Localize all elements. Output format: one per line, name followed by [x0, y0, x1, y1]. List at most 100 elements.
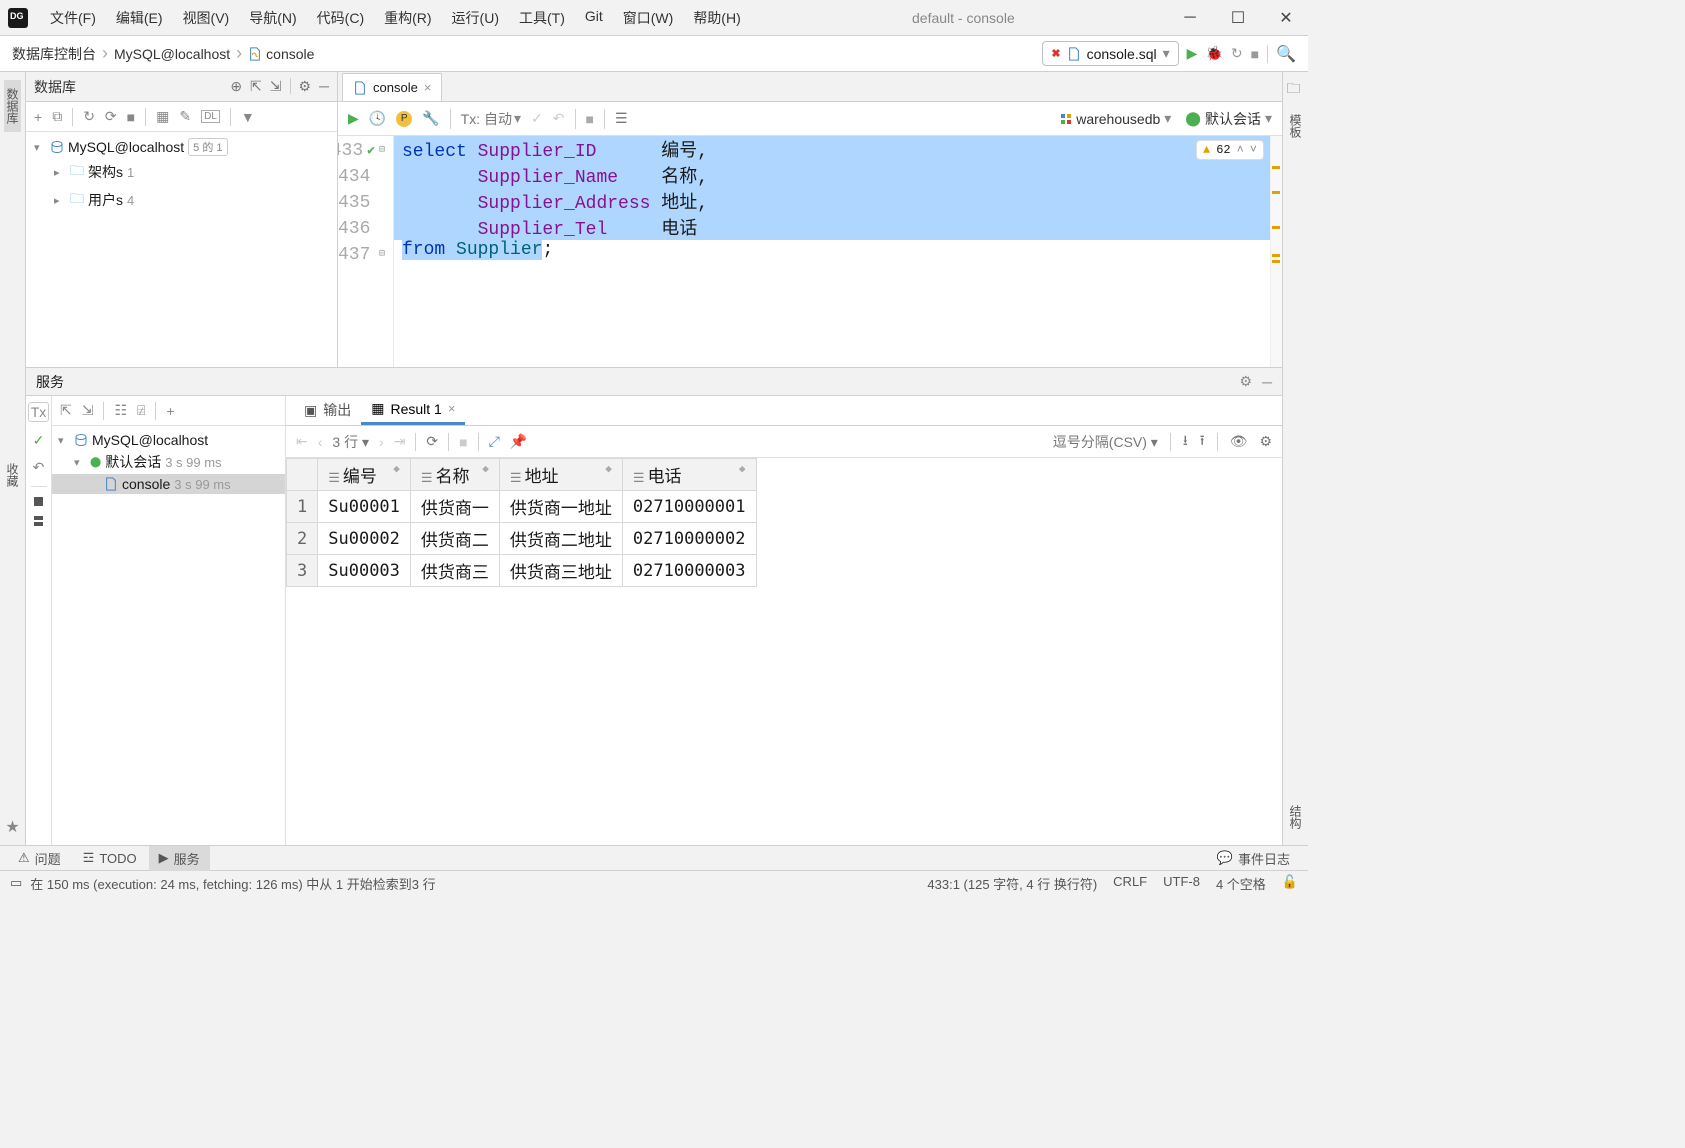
extractor-dropdown[interactable]: 逗号分隔(CSV) ▾	[1053, 432, 1158, 452]
stop-button[interactable]: ■	[1251, 46, 1259, 62]
target-icon[interactable]: ⊕	[230, 78, 242, 95]
execute-button[interactable]: ▶	[348, 110, 359, 127]
run-button[interactable]: ▶	[1187, 45, 1198, 62]
table-row[interactable]: 1Su00001供货商一供货商一地址02710000001	[287, 491, 757, 523]
rail-template-tab[interactable]: 模板	[1287, 106, 1304, 146]
target-schema-dropdown[interactable]: warehousedb ▾	[1060, 110, 1171, 127]
cancel-button[interactable]: ■	[586, 111, 594, 127]
group-icon[interactable]: ☷	[114, 402, 127, 419]
services-tree[interactable]: ▾ MySQL@localhost ▾ ⬤ 默认会话 3 s 99 ms	[52, 426, 285, 498]
filter-icon[interactable]: ▼	[241, 109, 255, 125]
svc-console[interactable]: console 3 s 99 ms	[52, 474, 285, 494]
expand-icon[interactable]: ⇲	[270, 78, 282, 95]
menu-run[interactable]: 运行(U)	[442, 4, 509, 32]
collapse-icon[interactable]: ⇱	[250, 78, 262, 95]
pin-button[interactable]: 📌	[510, 433, 527, 450]
row-number-header[interactable]	[287, 459, 318, 491]
coverage-button[interactable]: ↻	[1231, 45, 1243, 62]
menu-help[interactable]: 帮助(H)	[683, 4, 750, 32]
svc-session[interactable]: ▾ ⬤ 默认会话 3 s 99 ms	[52, 450, 285, 474]
status-encoding[interactable]: UTF-8	[1163, 874, 1200, 893]
eventlog-tab[interactable]: 💬事件日志	[1207, 846, 1300, 871]
status-icon[interactable]: ▭	[10, 875, 22, 891]
breadcrumb-console[interactable]: console	[248, 46, 314, 62]
tab-close-icon[interactable]: ×	[424, 80, 432, 95]
sort-icon[interactable]: ◆	[393, 462, 400, 475]
next-page-button[interactable]: ›	[379, 434, 384, 450]
result-tab[interactable]: ▦ Result 1 ×	[361, 395, 465, 425]
database-tree[interactable]: ▾ MySQL@localhost 5 的 1 ▸ 🗀 架构s 1 ▸ 🗀	[26, 132, 337, 367]
tree-users[interactable]: ▸ 🗀 用户s 4	[26, 186, 337, 214]
data-table-wrap[interactable]: ☰编号◆ ☰名称◆ ☰地址◆ ☰电话◆ 1Su00001供货商一供货商一地址02…	[286, 458, 1282, 845]
prev-page-button[interactable]: ‹	[318, 434, 323, 450]
copy-icon[interactable]: ⧉	[52, 108, 62, 125]
output-tab[interactable]: ▣ 输出	[294, 395, 361, 425]
sort-icon[interactable]: ◆	[605, 462, 612, 475]
close-button[interactable]: ✕	[1272, 4, 1300, 32]
tab-close-icon[interactable]: ×	[448, 401, 456, 416]
menu-navigate[interactable]: 导航(N)	[239, 4, 306, 32]
next-highlight-button[interactable]: ˅	[1250, 143, 1257, 157]
hide-icon[interactable]: ─	[1262, 374, 1272, 390]
minimize-button[interactable]: ─	[1176, 4, 1204, 32]
add-icon[interactable]: +	[34, 109, 42, 125]
menu-window[interactable]: 窗口(W)	[613, 4, 684, 32]
error-stripe[interactable]	[1270, 136, 1282, 367]
stop-button[interactable]: ■	[459, 434, 467, 450]
last-page-button[interactable]: ⇥	[394, 433, 406, 450]
rail-favorites-tab[interactable]: 收藏	[4, 455, 21, 495]
table-icon[interactable]: ▦	[156, 108, 169, 125]
menu-code[interactable]: 代码(C)	[307, 4, 374, 32]
menu-file[interactable]: 文件(F)	[40, 4, 106, 32]
ddl-icon[interactable]: DL	[201, 110, 220, 123]
code-editor[interactable]: 433✔⊟ 434 435 436 437 ⊟ select Supplier_…	[338, 136, 1282, 367]
settings-button[interactable]: ⚙	[1259, 433, 1272, 450]
debug-button[interactable]: 🐞	[1205, 45, 1222, 62]
reload-button[interactable]: ⟳	[426, 433, 438, 450]
tx-icon[interactable]: Tx	[28, 402, 50, 422]
menu-edit[interactable]: 编辑(E)	[106, 4, 173, 32]
services-tab[interactable]: ▶服务	[149, 846, 210, 871]
sort-icon[interactable]: ◆	[739, 462, 746, 475]
tree-schemas[interactable]: ▸ 🗀 架构s 1	[26, 158, 337, 186]
history-button[interactable]: 🕓	[369, 110, 386, 127]
output-layout-button[interactable]: ☰	[615, 110, 628, 127]
view-button[interactable]: 👁	[1230, 433, 1248, 450]
first-page-button[interactable]: ⇤	[296, 433, 308, 450]
breadcrumb-db[interactable]: MySQL@localhost	[114, 46, 230, 62]
stop-icon[interactable]: ■	[127, 109, 135, 125]
breadcrumb-root[interactable]: 数据库控制台	[12, 44, 96, 64]
svc-connection[interactable]: ▾ MySQL@localhost	[52, 430, 285, 450]
rail-structure-tab[interactable]: 结构	[1287, 797, 1304, 837]
problems-tab[interactable]: ⚠问题	[8, 846, 71, 871]
sort-icon[interactable]: ◆	[482, 462, 489, 475]
menu-tools[interactable]: 工具(T)	[509, 4, 575, 32]
hide-icon[interactable]: ─	[319, 78, 329, 95]
session-dropdown[interactable]: ⬤ 默认会话 ▾	[1185, 109, 1272, 129]
folder-icon[interactable]: 🗀	[1287, 78, 1305, 96]
menu-refactor[interactable]: 重构(R)	[374, 4, 441, 32]
import-button[interactable]: ⭱	[1200, 430, 1205, 454]
editor-tab-console[interactable]: console ×	[342, 73, 442, 101]
lock-icon[interactable]: 🔓	[1282, 874, 1298, 893]
gear-icon[interactable]: ⚙	[1240, 373, 1253, 390]
code-area[interactable]: select Supplier_ID 编号, Supplier_Name 名称,…	[394, 136, 1282, 367]
rail-database-tab[interactable]: 数据库	[4, 80, 21, 132]
expand-all-icon[interactable]: ⇱	[60, 402, 72, 419]
compare-button[interactable]: ⤢	[489, 433, 500, 450]
search-button[interactable]: 🔍	[1276, 44, 1296, 64]
row-count-dropdown[interactable]: 3 行 ▾	[332, 432, 369, 452]
rollback-icon[interactable]: ↶	[33, 459, 45, 476]
commit-button[interactable]: ✓	[531, 110, 543, 127]
explain-button[interactable]: P	[396, 111, 412, 127]
layout-icon[interactable]	[34, 497, 43, 506]
settings-button[interactable]: 🔧	[422, 110, 439, 127]
prev-highlight-button[interactable]: ˄	[1237, 143, 1244, 157]
data-table[interactable]: ☰编号◆ ☰名称◆ ☰地址◆ ☰电话◆ 1Su00001供货商一供货商一地址02…	[286, 458, 757, 587]
gear-icon[interactable]: ⚙	[299, 78, 312, 95]
column-header-addr[interactable]: ☰地址◆	[499, 459, 622, 491]
column-header-tel[interactable]: ☰电话◆	[622, 459, 756, 491]
status-eol[interactable]: CRLF	[1113, 874, 1147, 893]
tx-mode-dropdown[interactable]: Tx: 自动 ▾	[461, 109, 521, 129]
tree-connection[interactable]: ▾ MySQL@localhost 5 的 1	[26, 136, 337, 158]
